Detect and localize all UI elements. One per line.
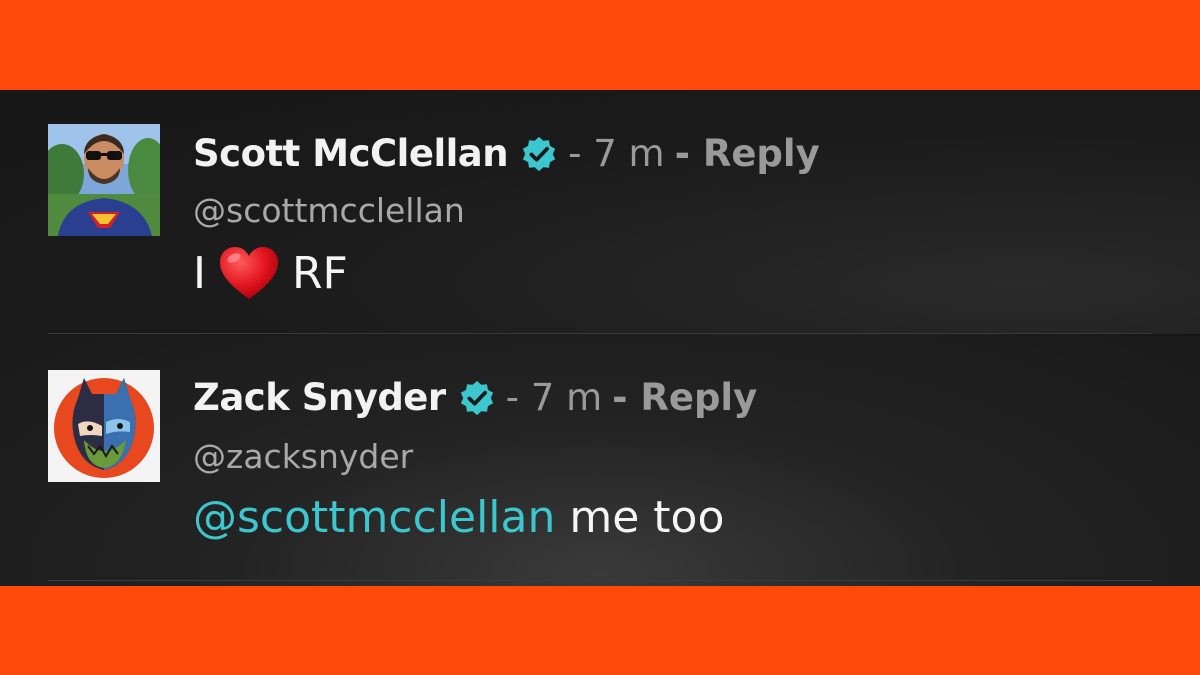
verified-badge-icon (522, 136, 556, 171)
comment-text-part: me too (555, 492, 725, 543)
reply-button[interactable]: - Reply (612, 376, 757, 419)
comment-text-part: RF (291, 247, 348, 299)
comment-text: @scottmcclellan me too (193, 492, 724, 543)
comment-text: I RF (193, 245, 348, 301)
mention-link[interactable]: @scottmcclellan (193, 492, 555, 543)
user-avatar-photo (48, 124, 160, 236)
user-handle[interactable]: @scottmcclellan (193, 191, 465, 230)
avatar[interactable] (48, 370, 160, 482)
comment-thread: Scott McClellan - 7 m - Reply @scottmccl… (0, 90, 1200, 586)
divider (48, 333, 1152, 334)
comment-item: Scott McClellan - 7 m - Reply @scottmccl… (0, 90, 1200, 334)
heart-emoji-icon (219, 247, 278, 299)
verified-badge-icon (460, 380, 493, 415)
user-avatar-illustration (48, 370, 160, 482)
divider (48, 580, 1152, 581)
timestamp: - 7 m (505, 376, 603, 419)
author-name[interactable]: Scott McClellan (193, 132, 509, 175)
timestamp: - 7 m (568, 132, 665, 175)
user-handle[interactable]: @zacksnyder (193, 437, 413, 476)
comment-item: Zack Snyder - 7 m - Reply @zacksnyder @s… (0, 336, 1200, 586)
comment-text-part: I (193, 247, 206, 299)
reply-button[interactable]: - Reply (675, 132, 820, 175)
avatar[interactable] (48, 124, 160, 236)
author-name[interactable]: Zack Snyder (193, 376, 446, 419)
